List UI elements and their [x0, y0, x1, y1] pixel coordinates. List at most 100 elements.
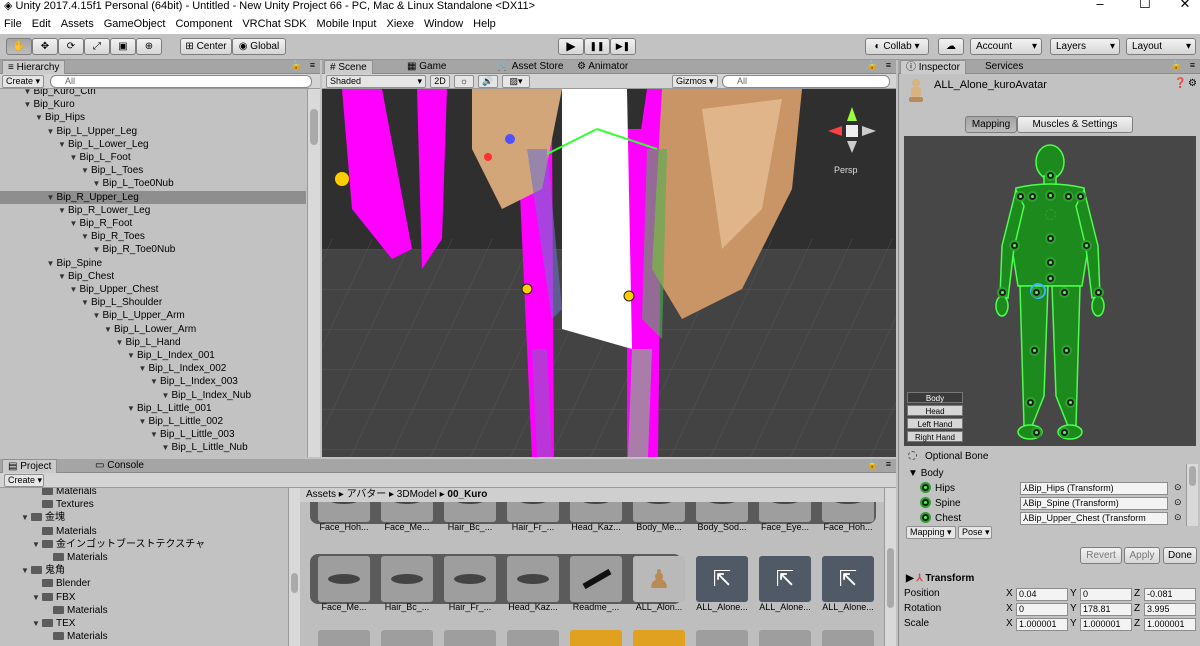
apply-button[interactable]: Apply — [1124, 547, 1160, 564]
asset-item[interactable]: ⇱ ALL_Alone... — [755, 556, 815, 612]
bone-dot-icon[interactable] — [1045, 257, 1056, 268]
hierarchy-item[interactable]: ▼ Bip_L_Foot — [0, 151, 306, 164]
hierarchy-item[interactable]: ▼ Bip_Kuro — [0, 98, 306, 111]
hierarchy-create-dropdown[interactable]: Create ▾ — [2, 75, 44, 88]
hand-tool-button[interactable]: ✋ — [6, 38, 32, 55]
bone-dot-icon[interactable] — [1081, 240, 1092, 251]
layers-dropdown[interactable]: Layers ▾ — [1050, 38, 1120, 55]
panel-menu-icon[interactable]: ≡ — [886, 459, 891, 469]
foldout-triangle-icon[interactable]: ▼ — [70, 283, 80, 296]
menu-gameobject[interactable]: GameObject — [100, 18, 172, 30]
hierarchy-item[interactable]: ▼ Bip_Chest — [0, 270, 306, 283]
bone-dot-icon[interactable] — [1025, 397, 1036, 408]
asset-grid-scrollbar[interactable] — [884, 488, 896, 646]
bone-field-hips[interactable]: ⅄Bip_Hips (Transform) — [1020, 482, 1168, 495]
hierarchy-scrollbar[interactable] — [307, 89, 320, 457]
bone-dot-icon[interactable] — [1059, 287, 1070, 298]
menu-file[interactable]: File — [0, 18, 28, 30]
shading-dropdown[interactable]: Shaded ▾ — [326, 75, 426, 88]
project-folder-item[interactable]: ▼ 金インゴットブーストテクスチャ — [0, 538, 205, 551]
transform-rotation-y-field[interactable]: 178.81 — [1080, 603, 1132, 616]
rotate-tool-button[interactable]: ⟳ — [58, 38, 84, 55]
asset-thumbnail-icon[interactable] — [633, 630, 685, 646]
bone-dot-icon[interactable] — [1063, 191, 1074, 202]
lock-icon[interactable]: 🔒 — [867, 459, 878, 470]
tab-muscles-settings[interactable]: Muscles & Settings — [1017, 116, 1133, 133]
inspector-scrollbar[interactable] — [1186, 464, 1198, 526]
foldout-triangle-icon[interactable]: ▼ — [162, 389, 172, 402]
scene-search-input[interactable]: All — [722, 75, 890, 88]
menu-assets[interactable]: Assets — [57, 18, 100, 30]
play-button[interactable]: ▶ — [558, 38, 584, 55]
foldout-triangle-icon[interactable]: ▼ — [93, 177, 103, 190]
menu-vrchat-sdk[interactable]: VRChat SDK — [238, 18, 312, 30]
menu-edit[interactable]: Edit — [28, 18, 57, 30]
foldout-triangle-icon[interactable]: ▼ — [81, 164, 91, 177]
hierarchy-item[interactable]: ▼ Bip_L_Upper_Arm — [0, 309, 306, 322]
bone-dot-icon[interactable] — [1061, 345, 1072, 356]
asset-item[interactable]: ♟ ALL_Alon... — [629, 556, 689, 612]
bone-dot-icon[interactable] — [1009, 240, 1020, 251]
foldout-triangle-icon[interactable]: ▼ — [24, 89, 34, 98]
asset-item[interactable]: Face_Hoh... — [818, 502, 878, 532]
hierarchy-item[interactable]: ▼ Bip_R_Toes — [0, 230, 306, 243]
hierarchy-item[interactable]: ▼ Bip_L_Lower_Leg — [0, 138, 306, 151]
hierarchy-item[interactable]: ▼ Bip_L_Toes — [0, 164, 306, 177]
right-hand-view-button[interactable]: Right Hand — [907, 431, 963, 442]
lock-icon[interactable]: 🔒 — [291, 60, 302, 71]
mapping-dropdown[interactable]: Mapping ▾ — [906, 526, 956, 539]
account-dropdown[interactable]: Account ▾ — [970, 38, 1042, 55]
hierarchy-item[interactable]: ▼ Bip_L_Toe0Nub — [0, 177, 306, 190]
lighting-toggle[interactable]: ☼ — [454, 75, 474, 88]
asset-thumbnail-icon[interactable] — [507, 630, 559, 646]
pose-dropdown[interactable]: Pose ▾ — [958, 526, 992, 539]
space-global-button[interactable]: ◉ Global — [232, 38, 286, 55]
asset-item[interactable]: Body_Me... — [629, 502, 689, 532]
menu-xiexe[interactable]: Xiexe — [382, 18, 420, 30]
bone-dot-icon[interactable] — [1093, 287, 1104, 298]
done-button[interactable]: Done — [1163, 547, 1197, 564]
menu-window[interactable]: Window — [420, 18, 469, 30]
transform-scale-y-field[interactable]: 1.000001 — [1080, 618, 1132, 631]
foldout-triangle-icon[interactable]: ▼ — [70, 151, 80, 164]
bone-dot-icon[interactable] — [1059, 427, 1070, 438]
asset-item[interactable]: Face_Hoh... — [314, 502, 374, 532]
move-tool-button[interactable]: ✥ — [32, 38, 58, 55]
bone-dot-icon[interactable] — [1031, 427, 1042, 438]
revert-button[interactable]: Revert — [1080, 547, 1122, 564]
panel-menu-icon[interactable]: ≡ — [1190, 60, 1195, 70]
foldout-triangle-icon[interactable]: ▼ — [162, 441, 172, 454]
project-folder-item[interactable]: Materials — [0, 630, 108, 643]
foldout-triangle-icon[interactable]: ▼ — [58, 204, 68, 217]
transform-scale-z-field[interactable]: 1.000001 — [1144, 618, 1196, 631]
foldout-triangle-icon[interactable]: ▼ — [70, 217, 80, 230]
effects-dropdown[interactable]: ▨▾ — [502, 75, 530, 88]
foldout-triangle-icon[interactable]: ▼ — [32, 538, 42, 551]
persp-label[interactable]: Persp — [834, 165, 858, 175]
hierarchy-item[interactable]: ▼ Bip_L_Index_Nub — [0, 389, 306, 402]
foldout-triangle-icon[interactable]: ▼ — [139, 362, 149, 375]
asset-item[interactable]: Body_Sod... — [692, 502, 752, 532]
foldout-triangle-icon[interactable]: ▼ — [47, 191, 57, 204]
tab-services[interactable]: Services — [980, 60, 1028, 74]
hierarchy-item[interactable]: ▼ Bip_R_Upper_Leg — [0, 190, 306, 204]
foldout-triangle-icon[interactable]: ▼ — [58, 138, 68, 151]
lock-icon[interactable]: 🔒 — [867, 60, 878, 71]
scale-tool-button[interactable]: ⤢ — [84, 38, 110, 55]
hierarchy-item[interactable]: ▼ Bip_L_Index_001 — [0, 349, 306, 362]
foldout-triangle-icon[interactable]: ▼ — [81, 296, 91, 309]
project-folder-item[interactable]: ▼ 金塊 — [0, 511, 65, 524]
foldout-triangle-icon[interactable]: ▼ — [93, 243, 103, 256]
asset-item[interactable]: Head_Kaz... — [566, 502, 626, 532]
menu-mobile-input[interactable]: Mobile Input — [313, 18, 383, 30]
hierarchy-item[interactable]: ▼ Bip_L_Index_002 — [0, 362, 306, 375]
panel-menu-icon[interactable]: ≡ — [886, 60, 891, 70]
breadcrumb-item[interactable]: 3DModel — [397, 489, 437, 500]
tab-mapping[interactable]: Mapping — [965, 116, 1017, 133]
project-folder-item[interactable]: ▼ 鬼角 — [0, 564, 65, 577]
bone-dot-icon[interactable] — [1015, 191, 1026, 202]
project-folder-item[interactable]: ▼ FBX — [0, 591, 75, 604]
hierarchy-item[interactable]: ▼ Bip_R_Toe0Nub — [0, 243, 306, 256]
breadcrumb-item[interactable]: 00_Kuro — [447, 489, 487, 500]
step-button[interactable]: ▶❚ — [610, 38, 636, 55]
